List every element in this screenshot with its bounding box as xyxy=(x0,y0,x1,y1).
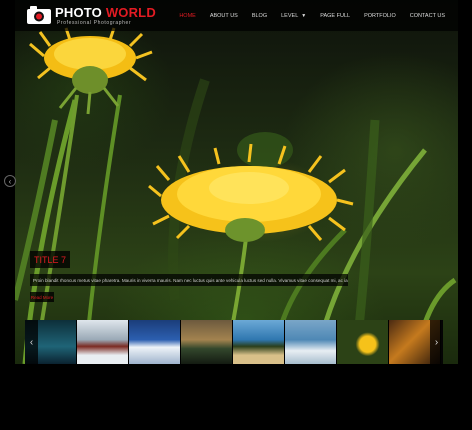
nav-label: PORTFOLIO xyxy=(364,12,396,19)
thumbnail-7[interactable] xyxy=(337,320,389,364)
chevron-left-icon: ‹ xyxy=(29,336,34,348)
thumbnail-5[interactable] xyxy=(233,320,285,364)
site-tagline: Professional Photographer xyxy=(57,20,132,26)
slider-prev-button[interactable]: ‹ xyxy=(4,175,16,187)
nav-item-contact-us[interactable]: CONTACT US xyxy=(403,13,452,19)
thumbnail-2[interactable] xyxy=(77,320,129,364)
site-logo-text[interactable]: PHOTO WORLD xyxy=(55,5,156,20)
read-more-button[interactable]: Read More xyxy=(30,292,54,302)
thumbnail-next-button[interactable]: › xyxy=(430,320,443,364)
nav-label: LEVEL xyxy=(281,12,299,19)
nav-item-blog[interactable]: BLOG xyxy=(245,13,274,19)
slide-caption-title: TITLE 7 xyxy=(30,251,70,268)
thumbnail-prev-button[interactable]: ‹ xyxy=(25,320,38,364)
camera-icon[interactable] xyxy=(27,6,51,24)
nav-item-home[interactable]: HOME xyxy=(172,13,203,19)
hero-slide xyxy=(15,0,458,364)
nav-label: CONTACT US xyxy=(409,12,445,19)
thumbnail-4[interactable] xyxy=(181,320,233,364)
thumbnail-strip xyxy=(25,320,443,364)
brand-accent: WORLD xyxy=(105,5,156,20)
chevron-left-icon: ‹ xyxy=(8,176,12,186)
chevron-right-icon: › xyxy=(434,336,439,348)
nav-label: ABOUT US xyxy=(209,12,238,19)
chevron-down-icon: ▼ xyxy=(301,12,307,19)
brand-primary: PHOTO xyxy=(55,5,102,20)
nav-label: HOME xyxy=(179,12,196,19)
nav-label: PAGE FULL xyxy=(320,12,351,19)
nav-item-page-full[interactable]: PAGE FULL xyxy=(313,13,357,19)
thumbnail-6[interactable] xyxy=(285,320,337,364)
nav-item-level[interactable]: LEVEL ▼ xyxy=(274,13,313,19)
nav-label: BLOG xyxy=(251,12,268,19)
top-navigation-bar: PHOTO WORLD Professional Photographer HO… xyxy=(15,0,458,31)
nav-item-portfolio[interactable]: PORTFOLIO xyxy=(357,13,403,19)
dandelion-photo xyxy=(15,27,457,364)
main-menu: HOME ABOUT US BLOG LEVEL ▼ PAGE FULL PORT… xyxy=(172,0,452,31)
thumbnail-3[interactable] xyxy=(129,320,181,364)
nav-item-about-us[interactable]: ABOUT US xyxy=(203,13,245,19)
slide-caption-text: Proin blandit rhoncus metus vitae pharet… xyxy=(30,274,348,286)
